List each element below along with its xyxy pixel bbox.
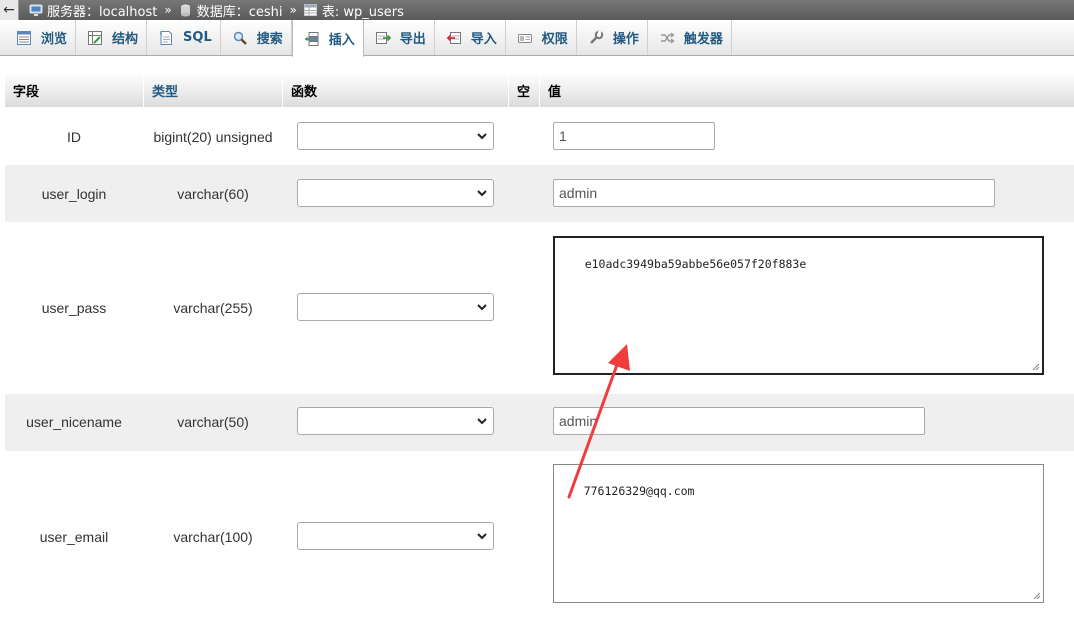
tab-export[interactable]: 导出 (364, 20, 435, 55)
field-type: varchar(60) (177, 186, 249, 202)
import-icon (445, 29, 463, 47)
tab-privileges[interactable]: 权限 (506, 20, 577, 55)
breadcrumb: ← 服务器：localhost » 数据库：ceshi » 表: wp_user… (0, 0, 1074, 20)
back-arrow-icon[interactable]: ← (0, 0, 19, 20)
breadcrumb-table-label: 表: wp_users (321, 4, 404, 20)
tab-label: 导出 (399, 32, 426, 47)
column-header-field: 字段 (5, 73, 143, 107)
tab-label: 结构 (112, 32, 139, 47)
breadcrumb-server-label: 服务器：localhost (47, 4, 158, 20)
table-row: user_nicename varchar(50) admin (5, 394, 1074, 451)
breadcrumb-database[interactable]: 数据库：ceshi (179, 1, 283, 20)
tab-sql[interactable]: SQL (147, 20, 221, 55)
field-name: user_nicename (26, 414, 122, 430)
resize-grip-icon[interactable] (1032, 591, 1041, 600)
resize-grip-icon[interactable] (1031, 362, 1040, 371)
column-header-value-label: 值 (548, 84, 562, 100)
chevron-down-icon (477, 418, 487, 425)
table-row: user_email varchar(100) 776126329@qq.com (5, 451, 1074, 618)
tab-label: 浏览 (41, 32, 68, 47)
field-name: user_pass (41, 300, 107, 316)
field-type: varchar(100) (173, 529, 253, 545)
breadcrumb-separator: » (164, 3, 172, 17)
tab-label: 操作 (612, 32, 639, 47)
value-input[interactable]: admin (553, 407, 925, 435)
column-header-type[interactable]: 类型 (144, 73, 282, 107)
operations-icon (587, 29, 605, 47)
function-select[interactable] (297, 122, 494, 150)
field-name: ID (67, 129, 81, 145)
value-textarea[interactable]: 776126329@qq.com (553, 464, 1044, 603)
table-row: user_login varchar(60) admin (5, 165, 1074, 222)
field-type: varchar(50) (177, 414, 249, 430)
breadcrumb-server[interactable]: 服务器：localhost (29, 1, 157, 20)
tab-triggers[interactable]: 触发器 (648, 20, 732, 55)
value-text: e10adc3949ba59abbe56e057f20f883e (584, 257, 807, 271)
function-select[interactable] (297, 293, 494, 321)
column-header-field-label: 字段 (13, 84, 40, 100)
value-input[interactable]: admin (553, 179, 995, 207)
tab-operations[interactable]: 操作 (577, 20, 648, 55)
tab-label: 导入 (470, 32, 497, 47)
field-name: user_login (41, 186, 107, 202)
column-header-null: 空 (509, 73, 539, 107)
export-icon (374, 29, 392, 47)
value-input[interactable]: 1 (553, 122, 715, 150)
tab-import[interactable]: 导入 (435, 20, 506, 55)
tab-label: 插入 (328, 33, 355, 48)
tab-structure[interactable]: 结构 (76, 20, 148, 55)
breadcrumb-table[interactable]: 表: wp_users (304, 1, 404, 20)
database-icon (179, 3, 193, 17)
chevron-down-icon (477, 304, 487, 311)
browse-icon (15, 29, 33, 47)
field-type: varchar(255) (173, 300, 253, 316)
column-header-function: 函数 (283, 73, 508, 107)
chevron-down-icon (477, 533, 487, 540)
breadcrumb-database-label: 数据库：ceshi (196, 4, 283, 20)
field-name: user_email (39, 529, 109, 545)
column-header-value: 值 (540, 73, 1074, 107)
tab-label: 触发器 (683, 32, 723, 47)
server-icon (29, 3, 43, 17)
triggers-icon (658, 29, 676, 47)
column-header-null-label: 空 (517, 84, 531, 100)
structure-icon (86, 29, 104, 47)
value-text: 776126329@qq.com (583, 484, 695, 498)
breadcrumb-separator: » (289, 3, 297, 17)
column-header-function-label: 函数 (291, 84, 318, 100)
search-icon (231, 29, 249, 47)
tab-bar: 浏览 结构 SQL 搜索 插入 导出 导入 权限 操作 触发器 (0, 20, 1074, 57)
table-icon (304, 3, 318, 17)
function-select[interactable] (297, 522, 494, 550)
chevron-down-icon (477, 133, 487, 140)
tab-browse[interactable]: 浏览 (5, 20, 77, 55)
privileges-icon (516, 29, 534, 47)
tab-insert[interactable]: 插入 (291, 20, 364, 57)
function-select[interactable] (297, 407, 494, 435)
function-select[interactable] (297, 179, 494, 207)
tab-label: 权限 (541, 32, 568, 47)
table-row: user_pass varchar(255) e10adc3949ba59abb… (5, 222, 1074, 394)
insert-icon (303, 30, 321, 48)
sql-icon (157, 29, 175, 47)
table-row: ID bigint(20) unsigned 1 (5, 108, 1074, 165)
tab-search[interactable]: 搜索 (221, 20, 292, 55)
value-textarea[interactable]: e10adc3949ba59abbe56e057f20f883e (553, 236, 1044, 375)
tab-label: SQL (183, 30, 212, 45)
field-type: bigint(20) unsigned (153, 129, 273, 145)
column-header-type-label: 类型 (152, 84, 179, 100)
chevron-down-icon (477, 190, 487, 197)
tab-label: 搜索 (256, 32, 283, 47)
